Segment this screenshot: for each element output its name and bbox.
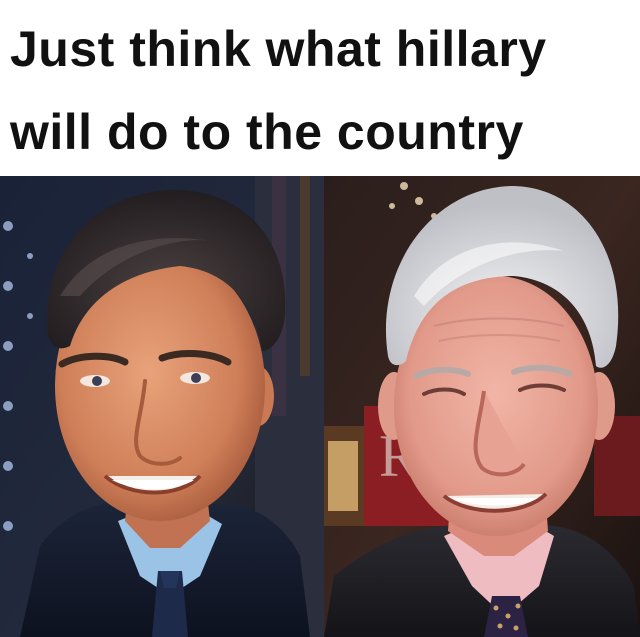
portrait-younger-man-icon — [0, 176, 324, 637]
meme-caption: Just think what hillary will do to the c… — [0, 0, 640, 176]
caption-line-1: Just think what hillary — [10, 21, 547, 77]
caption-line-2: will do to the country — [10, 104, 524, 160]
meme-image: Just think what hillary will do to the c… — [0, 0, 640, 637]
portrait-older-man-icon: R — [324, 176, 640, 637]
right-portrait-photo: R — [324, 176, 640, 637]
left-portrait-photo — [0, 176, 324, 637]
photo-row: R — [0, 176, 640, 637]
